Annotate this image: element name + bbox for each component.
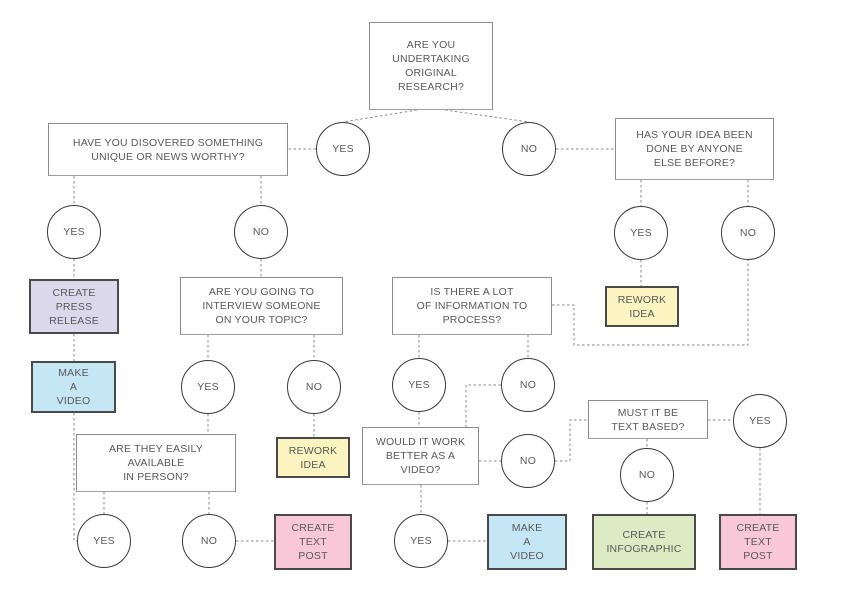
node-c_orig_yes[interactable]: YES [316, 122, 370, 176]
node-label-t_video1: MAKE A VIDEO [56, 367, 91, 407]
node-t_textpost1[interactable]: CREATE TEXT POST [274, 514, 352, 570]
node-t_video1[interactable]: MAKE A VIDEO [31, 361, 116, 413]
node-t_rework1[interactable]: REWORK IDEA [605, 286, 679, 327]
node-c_done_no[interactable]: NO [721, 206, 775, 260]
node-c_would_no[interactable]: NO [501, 434, 555, 488]
node-c_info_yes[interactable]: YES [392, 358, 446, 412]
node-label-q_done: HAS YOUR IDEA BEEN DONE BY ANYONE ELSE BEF… [636, 129, 753, 169]
node-label-t_textpost1: CREATE TEXT POST [291, 522, 335, 562]
node-label-q_interview: ARE YOU GOING TO INTERVIEW SOMEONE ON YOUR… [202, 286, 321, 326]
node-label-c_uniq_yes: YES [63, 225, 85, 238]
node-q_infolot[interactable]: IS THERE A LOT OF INFORMATION TO PROCESS? [392, 277, 552, 335]
node-q_original[interactable]: ARE YOU UNDERTAKING ORIGINAL RESEARCH? [369, 22, 493, 110]
node-t_video2[interactable]: MAKE A VIDEO [487, 514, 567, 570]
node-q_interview[interactable]: ARE YOU GOING TO INTERVIEW SOMEONE ON YOUR… [180, 277, 343, 335]
node-c_done_yes[interactable]: YES [614, 206, 668, 260]
node-label-c_would_no: NO [519, 454, 537, 467]
connector-c_info_no-to-q_wouldvideo [465, 384, 501, 427]
node-c_info_no[interactable]: NO [501, 358, 555, 412]
node-label-c_info_no: NO [519, 378, 537, 391]
node-label-c_orig_no: NO [520, 142, 538, 155]
node-q_textbased[interactable]: MUST IT BE TEXT BASED? [588, 400, 708, 439]
connector-c_would_no-to-q_textbased [555, 419, 588, 462]
node-label-c_done_yes: YES [630, 226, 652, 239]
node-c_textbase_yes[interactable]: YES [733, 394, 787, 448]
node-label-c_orig_yes: YES [332, 142, 354, 155]
node-label-c_textbase_yes: YES [749, 414, 771, 427]
node-label-q_available: ARE THEY EASILY AVAILABLE IN PERSON? [108, 443, 204, 483]
node-label-c_avail_no: NO [200, 534, 218, 547]
node-c_would_yes[interactable]: YES [394, 514, 448, 568]
node-label-q_unique: HAVE YOU DISOVERED SOMETHING UNIQUE OR NE… [72, 136, 264, 163]
node-c_intv_yes[interactable]: YES [181, 360, 235, 414]
node-q_available[interactable]: ARE THEY EASILY AVAILABLE IN PERSON? [76, 434, 236, 492]
flowchart-canvas: ARE YOU UNDERTAKING ORIGINAL RESEARCH? YES NO… [0, 0, 842, 595]
node-label-q_infolot: IS THERE A LOT OF INFORMATION TO PROCESS? [416, 286, 528, 326]
node-c_avail_no[interactable]: NO [182, 514, 236, 568]
node-label-t_textpost2: CREATE TEXT POST [736, 522, 780, 562]
node-label-t_infographic: CREATE INFOGRAPHIC [606, 529, 682, 555]
node-t_textpost2[interactable]: CREATE TEXT POST [719, 514, 797, 570]
node-label-c_avail_yes: YES [93, 534, 115, 547]
node-label-q_wouldvideo: WOULD IT WORK BETTER AS A VIDEO? [375, 436, 466, 476]
node-c_intv_no[interactable]: NO [287, 360, 341, 414]
node-label-t_rework2: REWORK IDEA [288, 444, 338, 471]
node-label-t_rework1: REWORK IDEA [617, 293, 667, 320]
node-c_uniq_yes[interactable]: YES [47, 205, 101, 259]
node-label-t_video2: MAKE A VIDEO [510, 522, 544, 562]
node-label-c_would_yes: YES [410, 534, 432, 547]
node-label-c_info_yes: YES [408, 378, 430, 391]
node-c_uniq_no[interactable]: NO [234, 205, 288, 259]
node-label-q_textbased: MUST IT BE TEXT BASED? [611, 406, 685, 433]
node-t_press[interactable]: CREATE PRESS RELEASE [29, 279, 119, 334]
node-q_wouldvideo[interactable]: WOULD IT WORK BETTER AS A VIDEO? [362, 427, 479, 485]
node-t_infographic[interactable]: CREATE INFOGRAPHIC [592, 514, 696, 570]
node-label-c_intv_no: NO [305, 380, 323, 393]
node-c_text_no[interactable]: NO [620, 448, 674, 502]
connector-q_original-to-c_orig_yes [342, 109, 418, 123]
node-c_orig_no[interactable]: NO [502, 122, 556, 176]
node-label-t_press: CREATE PRESS RELEASE [49, 286, 99, 327]
node-q_unique[interactable]: HAVE YOU DISOVERED SOMETHING UNIQUE OR NE… [48, 123, 288, 176]
connector-q_original-to-c_orig_no [444, 109, 530, 123]
node-q_done[interactable]: HAS YOUR IDEA BEEN DONE BY ANYONE ELSE BEF… [615, 118, 774, 180]
node-label-c_text_no: NO [638, 468, 656, 481]
node-label-c_done_no: NO [739, 226, 757, 239]
node-c_avail_yes[interactable]: YES [77, 514, 131, 568]
node-label-c_uniq_no: NO [252, 225, 270, 238]
node-label-c_intv_yes: YES [197, 380, 219, 393]
node-label-q_original: ARE YOU UNDERTAKING ORIGINAL RESEARCH? [392, 39, 470, 93]
node-t_rework2[interactable]: REWORK IDEA [276, 437, 350, 478]
